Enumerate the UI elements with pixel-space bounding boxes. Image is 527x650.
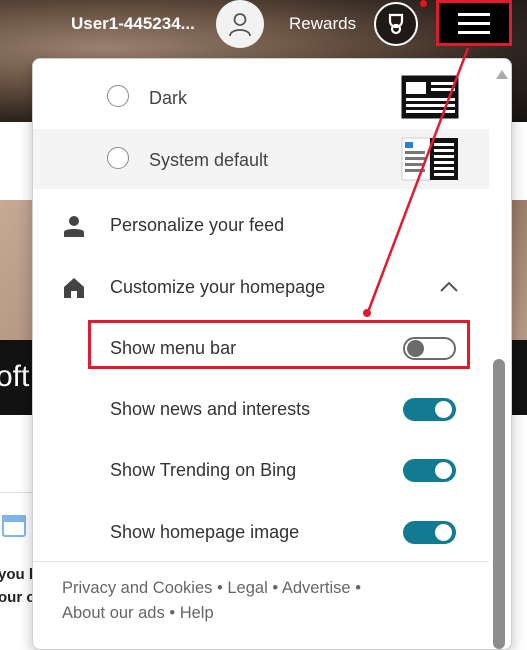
- trophy-icon: [388, 13, 404, 35]
- news-interests-toggle[interactable]: [403, 398, 456, 421]
- system-theme-thumbnail-icon: [401, 137, 458, 181]
- toggle-label: Show homepage image: [110, 522, 300, 542]
- hamburger-menu-icon: [458, 7, 490, 40]
- rewards-label[interactable]: Rewards: [289, 14, 356, 34]
- person-icon: [64, 216, 84, 237]
- scrollbar-thumb[interactable]: [493, 359, 505, 649]
- legal-link[interactable]: Legal: [227, 579, 267, 597]
- customize-homepage-item[interactable]: Customize your homepage: [33, 263, 489, 313]
- homepage-image-toggle[interactable]: [403, 521, 456, 544]
- toggle-label: Show Trending on Bing: [110, 460, 297, 480]
- chevron-up-icon[interactable]: [439, 279, 459, 293]
- radio-system-default[interactable]: [107, 147, 129, 169]
- username[interactable]: User1-445234...: [71, 14, 195, 34]
- toggle-row-news-interests[interactable]: Show news and interests: [33, 385, 489, 435]
- radio-dark[interactable]: [107, 85, 129, 107]
- toggle-label: Show news and interests: [110, 399, 311, 419]
- partial-line-2: our c: [0, 589, 35, 606]
- scroll-up-arrow[interactable]: [496, 70, 508, 79]
- partial-line-1: you l: [0, 566, 34, 583]
- menu-button[interactable]: [436, 0, 512, 46]
- person-icon: [229, 13, 251, 37]
- toggle-row-homepage-image[interactable]: Show homepage image: [33, 508, 489, 558]
- footer-separator: •: [217, 579, 223, 597]
- toggle-knob: [435, 524, 452, 541]
- footer-separator: •: [272, 579, 279, 597]
- rewards-button[interactable]: [374, 2, 418, 46]
- advertise-link[interactable]: Advertise: [282, 579, 351, 597]
- personalize-feed-item[interactable]: Personalize your feed: [33, 201, 489, 251]
- footer-separator: •: [355, 579, 361, 597]
- toggle-knob: [435, 401, 452, 418]
- help-link[interactable]: Help: [180, 604, 214, 622]
- theme-option-system-default[interactable]: System default: [33, 129, 489, 189]
- footer-separator: •: [169, 604, 176, 622]
- dark-theme-thumbnail-icon: [401, 75, 459, 119]
- home-icon: [64, 278, 84, 298]
- theme-option-dark[interactable]: Dark: [33, 67, 489, 127]
- trending-bing-toggle[interactable]: [403, 459, 456, 482]
- theme-label-dark: Dark: [149, 88, 188, 108]
- avatar-button[interactable]: [216, 0, 264, 48]
- calendar-icon: [2, 515, 26, 537]
- privacy-cookies-link[interactable]: Privacy and Cookies: [62, 579, 212, 597]
- toggle-row-trending-bing[interactable]: Show Trending on Bing: [33, 446, 489, 496]
- about-ads-link[interactable]: About our ads: [62, 604, 165, 622]
- footer-divider: [33, 561, 489, 562]
- panel-footer: Privacy and Cookies • Legal • Advertise …: [62, 576, 462, 626]
- customize-homepage-label: Customize your homepage: [110, 277, 326, 297]
- annotation-highlight-box: [88, 320, 470, 369]
- partial-text: oft: [0, 360, 30, 393]
- toggle-knob: [435, 462, 452, 479]
- notification-dot: [420, 0, 427, 7]
- personalize-feed-label: Personalize your feed: [110, 215, 285, 235]
- theme-label-system-default: System default: [149, 150, 269, 170]
